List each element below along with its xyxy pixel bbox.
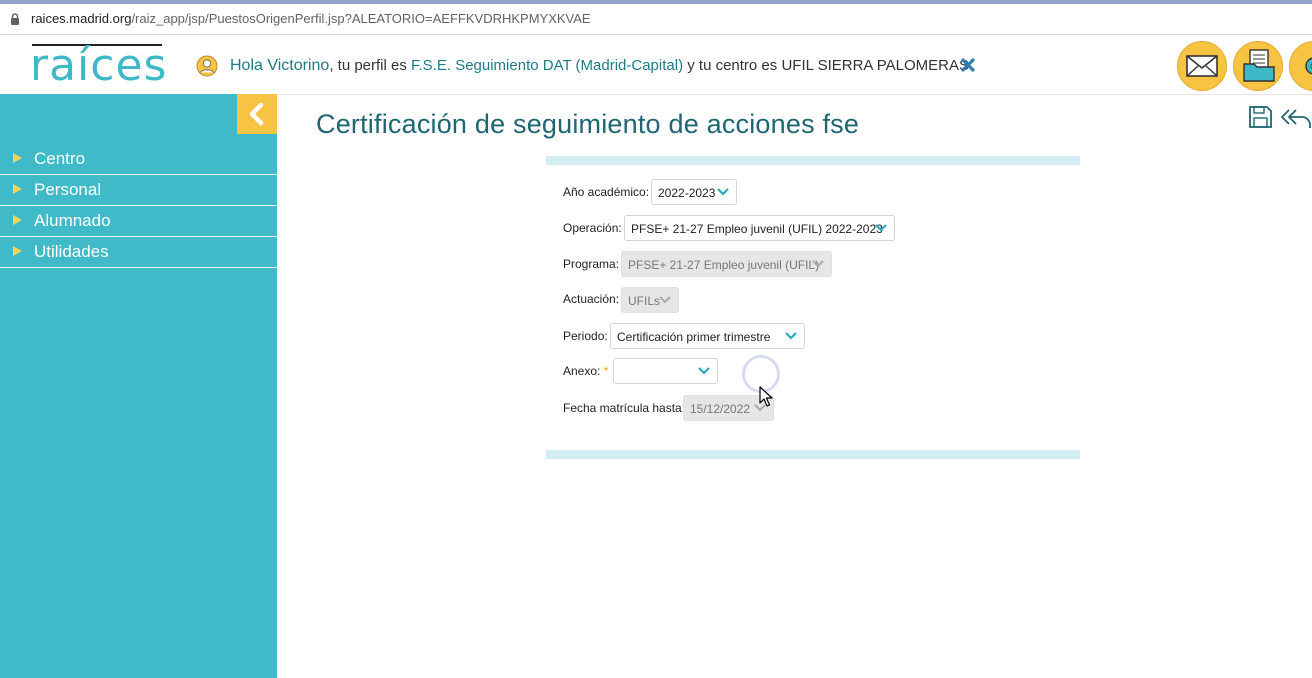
arrow-right-icon	[13, 215, 22, 225]
fecha-label: Fecha matrícula hasta:	[563, 401, 686, 415]
anio-label: Año académico:	[563, 185, 650, 199]
documents-button[interactable]	[1233, 41, 1283, 91]
anexo-label: Anexo: *	[563, 364, 608, 378]
app-header: raíces Hola Victorino, tu perfil es F.S.…	[0, 35, 1312, 95]
mouse-cursor-icon	[759, 386, 773, 407]
programa-label: Programa:	[563, 257, 620, 271]
form-top-band	[546, 156, 1080, 165]
page-title: Certificación de seguimiento de acciones…	[316, 109, 860, 139]
required-mark: *	[603, 364, 609, 378]
save-icon[interactable]	[1247, 104, 1275, 130]
sidebar-item-utilidades[interactable]: Utilidades	[0, 237, 277, 268]
operacion-label: Operación:	[563, 221, 622, 235]
arrow-right-icon	[13, 246, 22, 256]
periodo-select[interactable]: Certificación primer trimestre	[610, 323, 805, 349]
sidebar-item-personal[interactable]: Personal	[0, 175, 277, 206]
chevron-down-icon	[659, 296, 671, 304]
programa-value: PFSE+ 21-27 Empleo juvenil (UFIL)	[628, 258, 820, 272]
chevron-down-icon	[812, 260, 824, 268]
form-bottom-band	[546, 450, 1080, 459]
arrow-right-icon	[13, 153, 22, 163]
url-path: /raiz_app/jsp/PuestosOrigenPerfil.jsp?AL…	[131, 11, 591, 26]
url-text[interactable]: raices.madrid.org/raiz_app/jsp/PuestosOr…	[31, 11, 591, 26]
mail-icon	[1186, 55, 1218, 77]
chevron-down-icon	[875, 224, 887, 232]
actuacion-label: Actuación:	[563, 292, 620, 306]
folder-icon	[1243, 49, 1275, 82]
fecha-value: 15/12/2022	[690, 402, 751, 416]
greeting-name: Hola Victorino	[230, 57, 330, 74]
settings-icon	[1305, 57, 1312, 75]
profile-link[interactable]: F.S.E. Seguimiento DAT (Madrid-Capital)	[411, 57, 683, 74]
periodo-value: Certificación primer trimestre	[617, 330, 771, 344]
address-bar[interactable]: raices.madrid.org/raiz_app/jsp/PuestosOr…	[0, 4, 1312, 35]
actuacion-select: UFILs	[621, 287, 679, 313]
sidebar-item-label: Centro	[34, 149, 86, 168]
sidebar-item-centro[interactable]: Centro	[0, 144, 277, 175]
arrow-right-icon	[13, 184, 22, 194]
mail-button[interactable]	[1177, 41, 1227, 91]
chevron-left-icon	[249, 102, 264, 126]
settings-button[interactable]	[1289, 41, 1312, 91]
sidebar-item-alumnado[interactable]: Alumnado	[0, 206, 277, 237]
operacion-value: PFSE+ 21-27 Empleo juvenil (UFIL) 2022-2…	[631, 222, 883, 236]
sidebar: Centro Personal Alumnado Utilidades	[0, 94, 277, 678]
sidebar-item-label: Utilidades	[34, 242, 109, 261]
collapse-sidebar-button[interactable]	[237, 94, 277, 134]
user-icon	[196, 55, 218, 77]
url-host: raices.madrid.org	[31, 11, 132, 26]
sidebar-item-label: Alumnado	[34, 211, 111, 230]
profile-prefix: , tu perfil es	[329, 57, 412, 74]
raices-logo[interactable]: raíces	[30, 40, 166, 91]
anexo-select[interactable]	[613, 358, 718, 384]
close-icon[interactable]	[960, 57, 976, 73]
greeting-text: Hola Victorino, tu perfil es F.S.E. Segu…	[230, 57, 973, 75]
sidebar-item-label: Personal	[34, 180, 102, 199]
operacion-select[interactable]: PFSE+ 21-27 Empleo juvenil (UFIL) 2022-2…	[624, 215, 895, 241]
anio-select[interactable]: 2022-2023	[651, 179, 737, 205]
chevron-down-icon	[785, 332, 797, 340]
periodo-label: Periodo:	[563, 329, 608, 343]
center-name: UFIL SIERRA PALOMERAS.	[781, 57, 974, 74]
sidebar-menu: Centro Personal Alumnado Utilidades	[0, 144, 277, 268]
anio-value: 2022-2023	[658, 186, 716, 200]
back-icon[interactable]	[1280, 106, 1312, 130]
logo-text: raíces	[30, 40, 168, 91]
anexo-label-text: Anexo:	[563, 364, 601, 378]
programa-select: PFSE+ 21-27 Empleo juvenil (UFIL)	[621, 251, 832, 277]
chevron-down-icon	[717, 188, 729, 196]
lock-icon	[11, 13, 19, 25]
chevron-down-icon	[698, 367, 710, 375]
center-prefix: y tu centro es	[683, 57, 782, 74]
actuacion-value: UFILs	[628, 294, 661, 308]
